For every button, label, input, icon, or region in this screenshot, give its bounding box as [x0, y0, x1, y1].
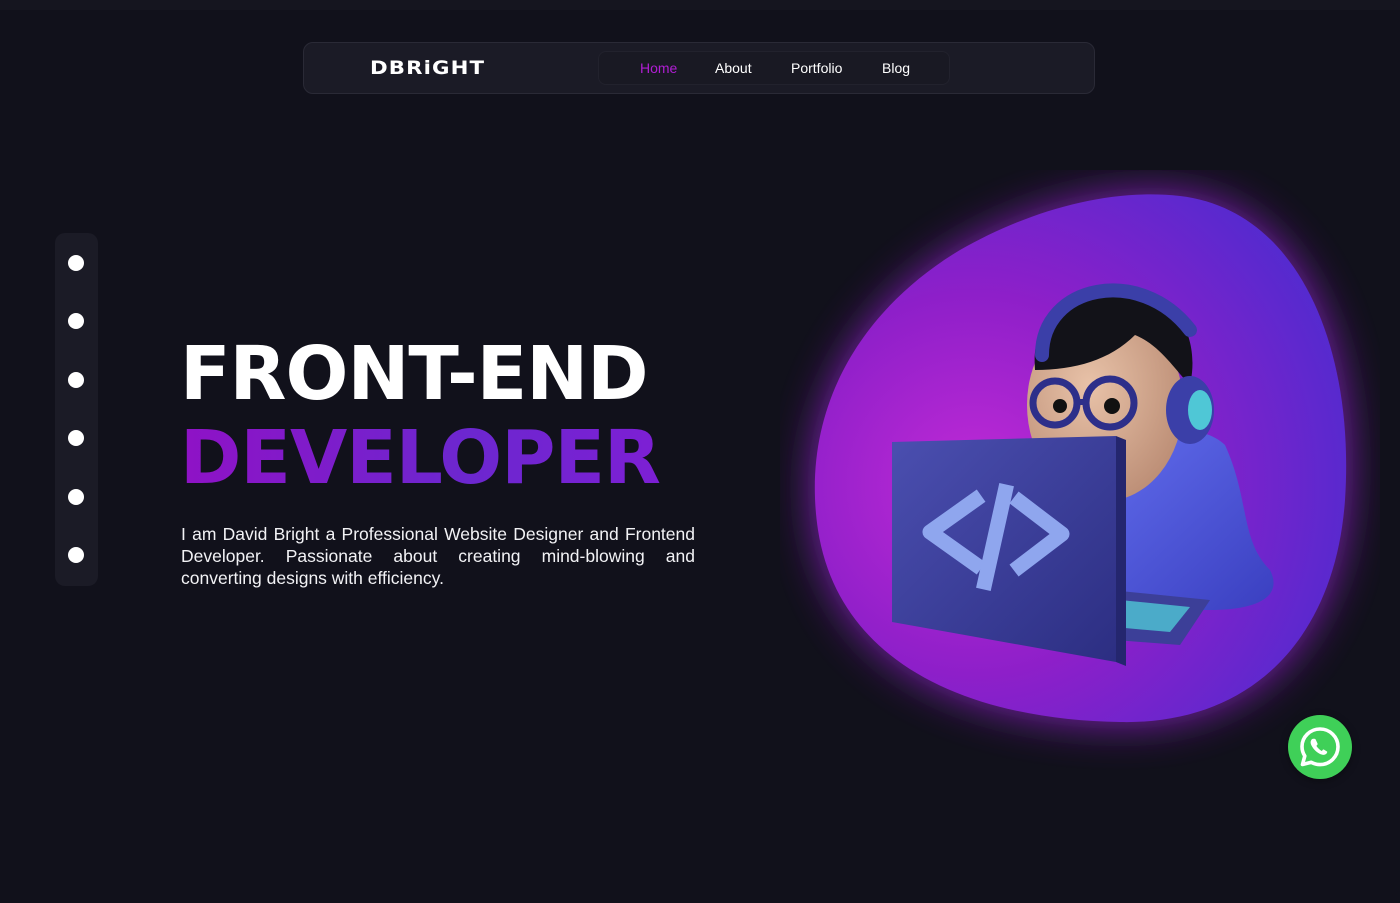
section-dot-5[interactable] — [68, 489, 84, 505]
section-indicator-rail — [55, 233, 98, 586]
section-dot-6[interactable] — [68, 547, 84, 563]
page: DBRiGHT Home About Portfolio Blog FRONT-… — [0, 0, 1400, 903]
nav-link-portfolio[interactable]: Portfolio — [791, 60, 842, 76]
developer-avatar-illustration — [814, 194, 1347, 723]
hero-title-line2: DEVELOPER — [180, 415, 661, 501]
hero-description: I am David Bright a Professional Website… — [181, 524, 695, 588]
section-dot-4[interactable] — [68, 430, 84, 446]
nav-link-blog[interactable]: Blog — [882, 60, 910, 76]
whatsapp-button[interactable] — [1288, 715, 1352, 779]
section-dot-1[interactable] — [68, 255, 84, 271]
navbar: DBRiGHT Home About Portfolio Blog — [303, 42, 1095, 94]
top-band — [0, 0, 1400, 10]
section-dot-2[interactable] — [68, 313, 84, 329]
logo[interactable]: DBRiGHT — [370, 57, 485, 79]
nav-link-home[interactable]: Home — [640, 60, 677, 76]
whatsapp-icon — [1300, 727, 1340, 767]
nav-link-about[interactable]: About — [715, 60, 752, 76]
hero-title-line1: FRONT-END — [180, 331, 649, 417]
section-dot-3[interactable] — [68, 372, 84, 388]
nav-links: Home About Portfolio Blog — [598, 51, 950, 85]
